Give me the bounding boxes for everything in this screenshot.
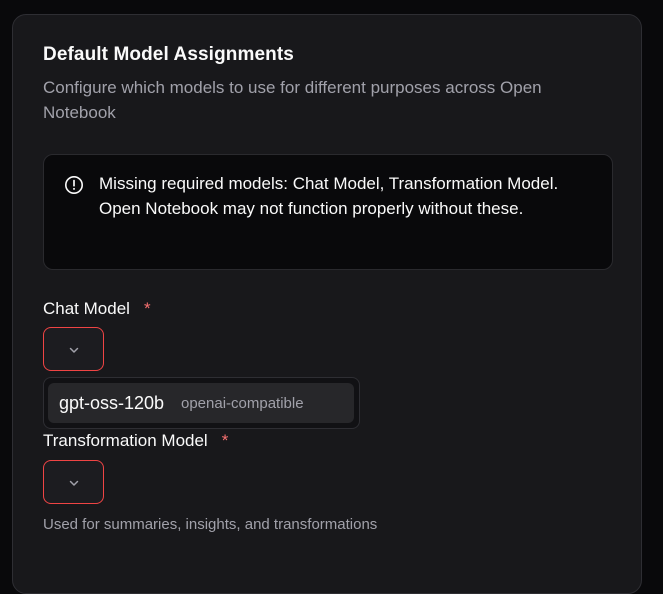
option-provider: openai-compatible bbox=[181, 395, 304, 412]
chat-model-dropdown: gpt-oss-120b openai-compatible bbox=[43, 377, 360, 429]
transformation-model-help-text: Used for summaries, insights, and transf… bbox=[43, 516, 378, 533]
alert-circle-icon bbox=[64, 175, 84, 195]
chat-model-option[interactable]: gpt-oss-120b openai-compatible bbox=[48, 383, 354, 423]
required-marker: * bbox=[143, 299, 151, 318]
chevron-down-icon bbox=[69, 347, 79, 353]
card-title: Default Model Assignments bbox=[43, 44, 294, 65]
transformation-model-label: Transformation Model * bbox=[43, 431, 228, 451]
missing-models-alert: Missing required models: Chat Model, Tra… bbox=[43, 154, 613, 270]
chat-model-label-text: Chat Model bbox=[43, 299, 130, 318]
transformation-model-label-text: Transformation Model bbox=[43, 431, 208, 450]
required-marker: * bbox=[221, 431, 229, 450]
default-model-assignments-card: Default Model Assignments Configure whic… bbox=[12, 14, 642, 594]
chat-model-label: Chat Model * bbox=[43, 299, 151, 319]
transformation-model-select[interactable] bbox=[43, 460, 104, 504]
alert-message: Missing required models: Chat Model, Tra… bbox=[99, 174, 559, 218]
chevron-down-icon bbox=[69, 480, 79, 486]
option-model-name: gpt-oss-120b bbox=[59, 393, 165, 413]
card-subtitle: Configure which models to use for differ… bbox=[43, 78, 542, 122]
chat-model-select[interactable] bbox=[43, 327, 104, 371]
